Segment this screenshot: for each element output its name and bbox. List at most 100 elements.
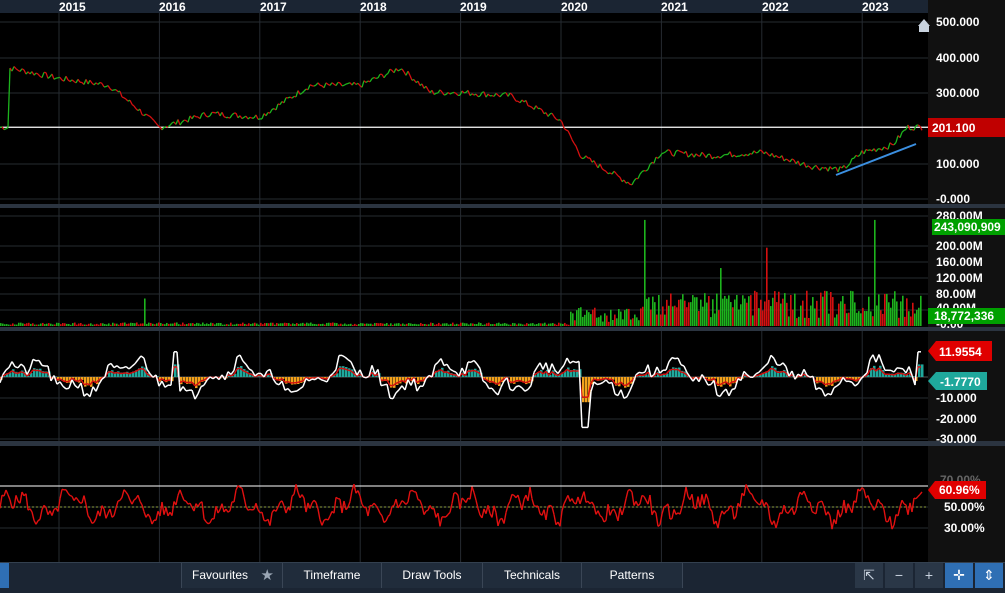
volume-bar — [456, 324, 458, 326]
volume-bar — [506, 324, 508, 326]
volume-bar — [538, 323, 540, 326]
volume-bar — [738, 309, 740, 326]
volume-bar — [838, 304, 840, 326]
oscillator-line — [42, 365, 45, 366]
star-icon[interactable]: ★ — [261, 563, 274, 588]
oscillator-line — [597, 384, 600, 385]
vertical-expand-icon[interactable]: ⇕ — [975, 563, 1003, 588]
price-candle — [320, 85, 322, 86]
volume-bar — [542, 324, 544, 326]
volume-bar — [124, 323, 126, 326]
volume-bar — [700, 300, 702, 326]
draw-tools-button[interactable]: Draw Tools — [381, 563, 483, 588]
volume-bar — [276, 323, 278, 326]
price-candle — [314, 85, 316, 86]
volume-bar — [58, 323, 60, 326]
volume-bar — [804, 318, 806, 326]
volume-bar — [154, 324, 156, 326]
volume-bar — [196, 323, 198, 326]
volume-bar — [204, 324, 206, 326]
reset-layout-icon[interactable]: ⇱ — [855, 563, 883, 588]
percent-line — [250, 509, 252, 510]
volume-bar — [750, 295, 752, 326]
volume-bar — [766, 248, 768, 326]
volume-bar — [344, 324, 346, 326]
oscillator-signal-line — [309, 378, 312, 379]
favourites-button[interactable]: Favourites ★ — [181, 563, 283, 588]
volume-bar — [46, 324, 48, 326]
price-candle — [566, 130, 568, 131]
volume-bar — [230, 323, 232, 326]
volume-bar — [782, 299, 784, 326]
toolbar-left-tab[interactable] — [0, 563, 9, 588]
volume-bar — [418, 324, 420, 326]
volume-bar — [454, 324, 456, 326]
volume-bar — [148, 323, 150, 326]
volume-bar — [350, 324, 352, 326]
volume-bar — [388, 325, 390, 326]
volume-bar — [894, 291, 896, 326]
volume-bar — [240, 324, 242, 326]
volume-bar — [846, 313, 848, 326]
chart-stage[interactable]: 2015 2016 2017 2018 2019 2020 2021 2022 … — [0, 0, 1005, 592]
histogram-bar — [195, 377, 198, 388]
price-candle — [288, 97, 290, 98]
zoom-in-button[interactable]: + — [915, 563, 943, 588]
volume-bar — [258, 325, 260, 326]
volume-bar — [108, 323, 110, 326]
volume-bar — [406, 324, 408, 326]
volume-bar — [684, 301, 686, 326]
volume-bar — [60, 324, 62, 326]
zoom-out-button[interactable]: − — [885, 563, 913, 588]
volume-bar — [8, 325, 10, 326]
volume-bar — [534, 324, 536, 326]
volume-bar — [200, 324, 202, 326]
volume-bar — [672, 306, 674, 326]
oscillator-signal-line — [276, 380, 279, 381]
price-candle — [916, 125, 918, 126]
volume-bar — [554, 324, 556, 326]
volume-bar — [560, 323, 562, 326]
volume-bar — [4, 324, 6, 326]
chart-canvas[interactable]: 2015 2016 2017 2018 2019 2020 2021 2022 … — [0, 0, 1005, 562]
volume-bar — [136, 322, 138, 326]
volume-bar — [598, 317, 600, 326]
volume-bar — [248, 323, 250, 326]
volume-bar — [44, 324, 46, 326]
patterns-button[interactable]: Patterns — [581, 563, 683, 588]
volume-bar — [128, 324, 130, 326]
volume-bar — [886, 294, 888, 326]
volume-bar — [334, 323, 336, 326]
volume-bar — [898, 318, 900, 326]
volume-bar — [42, 323, 44, 326]
volume-bar — [216, 323, 218, 326]
volume-bar — [790, 295, 792, 326]
volume-bar — [540, 323, 542, 326]
volume-bar — [776, 302, 778, 326]
volume-bar — [384, 324, 386, 326]
volume-bar — [906, 298, 908, 326]
volume-bar — [758, 308, 760, 326]
volume-bar — [812, 297, 814, 326]
volume-bar — [206, 323, 208, 326]
percent-line — [392, 506, 394, 507]
volume-bar — [840, 301, 842, 326]
crosshair-icon[interactable]: ✛ — [945, 563, 973, 588]
timeframe-button[interactable]: Timeframe — [282, 563, 382, 588]
volume-bar — [232, 325, 234, 326]
volume-bar — [62, 323, 64, 326]
volume-bar — [168, 324, 170, 326]
volume-bar — [714, 314, 716, 326]
volume-bar — [18, 323, 20, 326]
oscillator-signal-line — [348, 370, 351, 371]
volume-bar — [26, 323, 28, 326]
technicals-button[interactable]: Technicals — [482, 563, 582, 588]
oscillator-line — [639, 372, 642, 373]
volume-bar — [12, 323, 14, 326]
volume-bar — [48, 323, 50, 326]
volume-bar — [636, 317, 638, 326]
volume-bar — [476, 324, 478, 326]
volume-bar — [210, 323, 212, 326]
volume-bar — [186, 324, 188, 326]
volume-bar — [724, 296, 726, 326]
